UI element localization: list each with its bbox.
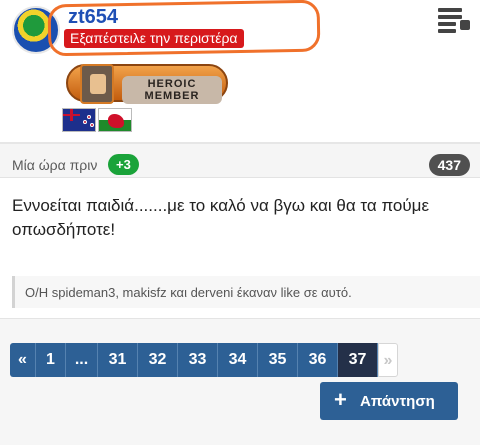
page-34[interactable]: 34 (218, 343, 258, 377)
wales-flag-icon (98, 108, 132, 132)
post-number[interactable]: 437 (428, 154, 470, 176)
page-31[interactable]: 31 (98, 343, 138, 377)
reaction-badge[interactable]: +3 (108, 154, 139, 175)
post-time: Μία ώρα πριν (12, 157, 98, 173)
divider (0, 318, 480, 319)
new-zealand-flag-icon (62, 108, 96, 132)
page-36[interactable]: 36 (298, 343, 338, 377)
next-page-button: » (378, 343, 398, 377)
rank-label: HEROIC MEMBER (122, 76, 222, 104)
plus-icon: + (334, 387, 347, 412)
post-text: Εννοείται παιδιά.......με το καλό να βγω… (12, 196, 430, 239)
page-33[interactable]: 33 (178, 343, 218, 377)
likes-text: O/H spideman3, makisfz και derveni έκανα… (25, 285, 352, 300)
rank-badge: HEROIC MEMBER (66, 64, 228, 104)
page-ellipsis[interactable]: ... (66, 343, 98, 377)
post: Μία ώρα πριν +3 437 Εννοείται παιδιά....… (0, 142, 480, 318)
page-32[interactable]: 32 (138, 343, 178, 377)
reply-label: Απάντηση (360, 393, 435, 410)
rank-emblem-icon (80, 64, 114, 104)
pagination: « 1 ... 31 32 33 34 35 36 37 » (10, 343, 398, 377)
annotation-highlight (47, 0, 321, 57)
menu-icon[interactable] (438, 6, 470, 33)
first-page-button[interactable]: « (10, 343, 36, 377)
page-37-current: 37 (338, 343, 378, 377)
post-meta: Μία ώρα πριν +3 437 (0, 144, 480, 178)
reply-button[interactable]: + Απάντηση (320, 382, 458, 420)
page-1[interactable]: 1 (36, 343, 66, 377)
page-35[interactable]: 35 (258, 343, 298, 377)
user-profile: zt654 Εξαπέστειλε την περιστέρα HEROIC M… (0, 0, 480, 142)
likes-box: O/H spideman3, makisfz και derveni έκανα… (12, 276, 480, 308)
